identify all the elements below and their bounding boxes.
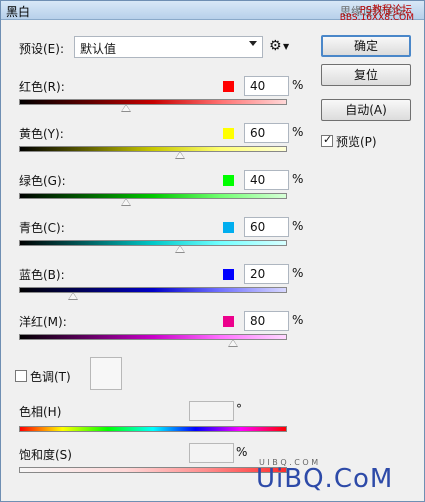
- percent-sign: %: [292, 78, 304, 92]
- saturation-input[interactable]: [189, 443, 234, 463]
- color-percent-value: 40: [250, 79, 266, 93]
- percent-sign: %: [292, 172, 304, 186]
- preset-select[interactable]: 默认值: [74, 36, 263, 58]
- slider-thumb-fill: [175, 152, 184, 158]
- color-slider-track[interactable]: [19, 334, 287, 340]
- slider-thumb[interactable]: [121, 198, 132, 206]
- title-bar: 黑白 思缘设计论坛 PS教程论坛 BBS.16XX8.COM: [1, 1, 424, 23]
- color-slider-track[interactable]: [19, 240, 287, 246]
- slider-thumb[interactable]: [67, 292, 78, 300]
- color-label: 绿色(G):: [19, 174, 66, 188]
- slider-thumb[interactable]: [121, 104, 132, 112]
- percent-sign: %: [292, 313, 304, 327]
- dropdown-arrow-icon: [249, 41, 257, 46]
- color-label: 洋红(M):: [19, 315, 67, 329]
- color-label: 蓝色(B):: [19, 268, 65, 282]
- color-slider-track[interactable]: [19, 193, 287, 199]
- percent-sign: %: [292, 125, 304, 139]
- saturation-unit: %: [236, 445, 248, 459]
- color-percent-value: 40: [250, 173, 266, 187]
- color-percent-input[interactable]: 60: [244, 123, 289, 143]
- color-percent-input[interactable]: 40: [244, 76, 289, 96]
- slider-thumb-fill: [229, 340, 238, 346]
- slider-thumb-fill: [175, 246, 184, 252]
- color-slider-track[interactable]: [19, 287, 287, 293]
- color-percent-input[interactable]: 80: [244, 311, 289, 331]
- color-percent-value: 60: [250, 220, 266, 234]
- gear-icon[interactable]: ⚙: [269, 38, 282, 54]
- color-percent-value: 60: [250, 126, 266, 140]
- color-slider-track[interactable]: [19, 99, 287, 105]
- tint-label: 色调(T): [30, 370, 71, 384]
- color-percent-value: 20: [250, 267, 266, 281]
- dialog-title: 黑白: [6, 5, 31, 19]
- tint-color-preview[interactable]: [90, 357, 122, 390]
- color-percent-value: 80: [250, 314, 266, 328]
- auto-button[interactable]: 自动(A): [321, 99, 411, 121]
- slider-thumb-fill: [122, 105, 131, 111]
- color-swatch: [223, 269, 234, 280]
- color-swatch: [223, 81, 234, 92]
- slider-thumb-fill: [122, 199, 131, 205]
- tint-checkbox[interactable]: [15, 370, 27, 382]
- hue-slider-track[interactable]: [19, 426, 287, 432]
- color-swatch: [223, 128, 234, 139]
- color-percent-input[interactable]: 60: [244, 217, 289, 237]
- preset-label: 预设(E):: [19, 42, 64, 56]
- color-percent-input[interactable]: 40: [244, 170, 289, 190]
- color-label: 红色(R):: [19, 80, 65, 94]
- black-white-dialog: 黑白 思缘设计论坛 PS教程论坛 BBS.16XX8.COM 预设(E): 默认…: [0, 0, 425, 502]
- color-label: 青色(C):: [19, 221, 65, 235]
- saturation-slider-track[interactable]: [19, 467, 287, 473]
- color-label: 黄色(Y):: [19, 127, 64, 141]
- checkmark-icon: ✓: [323, 133, 333, 146]
- color-swatch: [223, 222, 234, 233]
- hue-label: 色相(H): [19, 405, 62, 419]
- ok-button[interactable]: 确定: [321, 35, 411, 57]
- slider-thumb[interactable]: [228, 339, 239, 347]
- color-slider-track[interactable]: [19, 146, 287, 152]
- watermark-uibq: UiBQ.CoM: [256, 464, 394, 494]
- color-swatch: [223, 175, 234, 186]
- chevron-down-icon: ▼: [283, 42, 290, 51]
- hue-unit: °: [236, 402, 242, 416]
- slider-thumb[interactable]: [174, 245, 185, 253]
- color-percent-input[interactable]: 20: [244, 264, 289, 284]
- percent-sign: %: [292, 219, 304, 233]
- preview-label: 预览(P): [336, 135, 377, 149]
- slider-thumb[interactable]: [174, 151, 185, 159]
- color-swatch: [223, 316, 234, 327]
- preview-checkbox[interactable]: ✓: [321, 133, 333, 147]
- percent-sign: %: [292, 266, 304, 280]
- reset-button[interactable]: 复位: [321, 64, 411, 86]
- saturation-label: 饱和度(S): [19, 448, 72, 462]
- dialog-content: 预设(E): 默认值 ⚙ ▼ 确定 复位 自动(A) ✓ 预览(P) 红色(R)…: [1, 20, 424, 501]
- preset-value: 默认值: [80, 42, 117, 56]
- slider-thumb-fill: [68, 293, 77, 299]
- hue-input[interactable]: [189, 401, 234, 421]
